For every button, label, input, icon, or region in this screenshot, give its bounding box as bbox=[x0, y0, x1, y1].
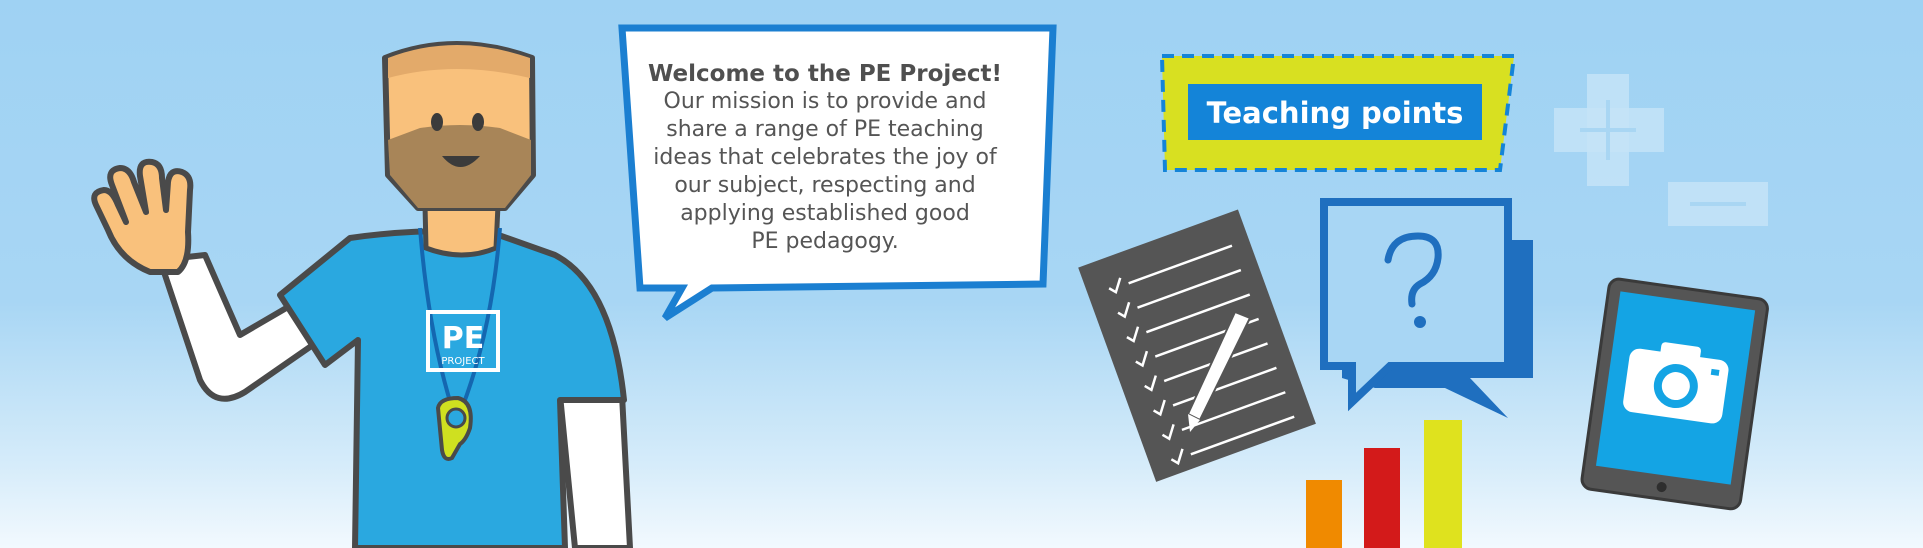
plus-icon bbox=[1554, 74, 1664, 186]
bubble-title: Welcome to the PE Project! bbox=[648, 61, 1002, 87]
svg-text:PE: PE bbox=[442, 321, 484, 356]
teaching-points-label: Teaching points bbox=[1206, 96, 1464, 130]
presenter-character: PE PROJECT bbox=[91, 41, 634, 548]
bar-red bbox=[1364, 448, 1400, 548]
bar-yellow bbox=[1424, 420, 1462, 548]
bubble-line: Our mission is to provide and bbox=[663, 89, 987, 114]
minus-icon bbox=[1668, 182, 1768, 226]
tablet-camera-icon bbox=[1580, 277, 1769, 511]
bubble-line: share a range of PE teaching bbox=[666, 117, 984, 142]
bubble-line: applying established good bbox=[680, 201, 970, 226]
bubble-line: our subject, respecting and bbox=[674, 173, 976, 198]
raised-arm bbox=[157, 252, 323, 402]
waving-hand bbox=[91, 158, 194, 275]
speech-bubble-text: Welcome to the PE Project! Our mission i… bbox=[640, 60, 1010, 256]
bar-orange bbox=[1306, 480, 1342, 548]
svg-text:PROJECT: PROJECT bbox=[441, 356, 485, 367]
question-bubble-icon bbox=[1320, 198, 1533, 418]
bar-chart-icon bbox=[1306, 420, 1462, 548]
bubble-line: PE pedagogy. bbox=[751, 229, 899, 254]
bubble-line: ideas that celebrates the joy of bbox=[653, 145, 997, 170]
lower-arm bbox=[556, 392, 634, 548]
checklist-icon bbox=[1078, 209, 1316, 482]
